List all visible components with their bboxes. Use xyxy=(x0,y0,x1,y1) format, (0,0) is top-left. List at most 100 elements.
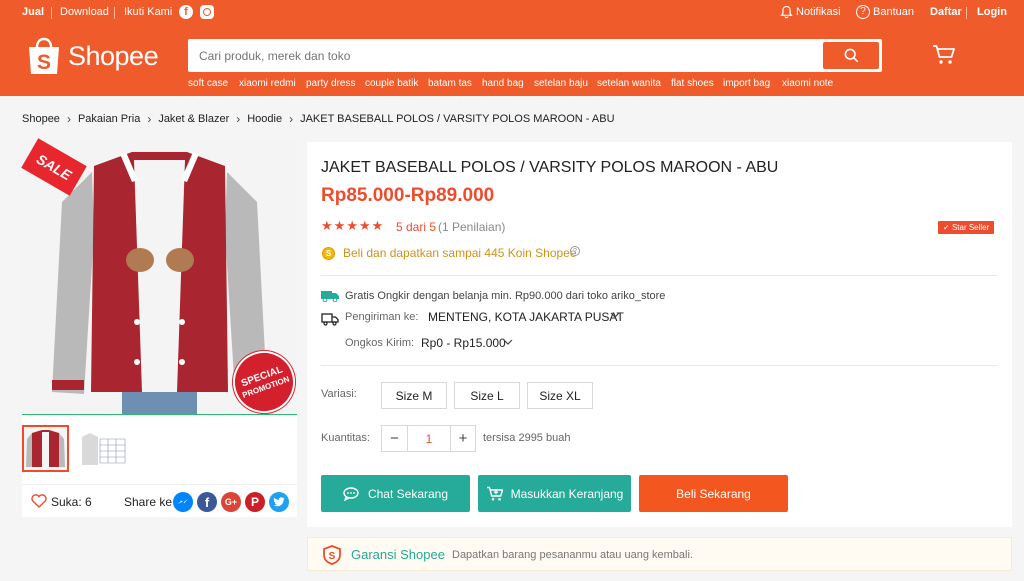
follow-label: Ikuti Kami xyxy=(124,6,173,18)
cart-icon xyxy=(933,45,955,64)
product-gallery: SALE SPECIAL PROMOTION Suka: 6 Share ke … xyxy=(21,138,304,518)
keyword-link[interactable]: party dress xyxy=(306,78,355,89)
shopping-bag-icon: S xyxy=(29,37,59,74)
variation-label: Variasi: xyxy=(321,388,357,400)
breadcrumb: Shopee › Pakaian Pria › Jaket & Blazer ›… xyxy=(22,112,615,126)
star-icon: ★ xyxy=(333,218,346,233)
breadcrumb-item[interactable]: Shopee xyxy=(22,113,60,125)
sell-link[interactable]: Jual xyxy=(22,6,44,18)
star-icon: ★ xyxy=(358,218,371,233)
divider xyxy=(321,275,997,276)
shopee-logo[interactable]: S Shopee xyxy=(26,36,159,76)
keyword-link[interactable]: soft case xyxy=(188,78,228,89)
notifications-link[interactable]: Notifikasi xyxy=(796,6,841,18)
instagram-icon[interactable] xyxy=(200,5,214,19)
breadcrumb-item[interactable]: Jaket & Blazer xyxy=(158,113,229,125)
keyword-link[interactable]: hand bag xyxy=(482,78,524,89)
star-icon: ★ xyxy=(371,218,384,233)
variation-size-m[interactable]: Size M xyxy=(381,382,447,409)
add-cart-icon xyxy=(486,486,503,501)
divider xyxy=(321,365,997,366)
likes-count: Suka: 6 xyxy=(51,495,92,509)
download-link[interactable]: Download xyxy=(60,6,109,18)
guarantee-title[interactable]: Garansi Shopee xyxy=(351,547,445,562)
bell-icon[interactable] xyxy=(780,5,793,22)
messenger-icon[interactable] xyxy=(173,492,193,512)
buy-now-button[interactable]: Beli Sekarang xyxy=(639,475,788,512)
thumbnail-1[interactable] xyxy=(22,425,69,472)
pinterest-icon[interactable]: P xyxy=(245,492,265,512)
chevron-right-icon: › xyxy=(236,112,241,126)
breadcrumb-item[interactable]: Pakaian Pria xyxy=(78,113,140,125)
heart-icon[interactable] xyxy=(31,494,47,511)
search-input[interactable] xyxy=(191,42,811,69)
share-label: Share ke xyxy=(124,495,173,509)
chevron-right-icon: › xyxy=(147,112,152,126)
rating-count[interactable]: (1 Penilaian) xyxy=(438,220,505,234)
quantity-stepper: − 1 + xyxy=(381,425,476,452)
top-bar: Jual Download Ikuti Kami f Notifikasi ? … xyxy=(0,0,1024,26)
google-plus-icon[interactable]: G+ xyxy=(221,492,241,512)
truck-icon xyxy=(321,312,339,329)
free-shipping-icon xyxy=(321,290,339,305)
keyword-link[interactable]: import bag xyxy=(723,78,770,89)
chevron-down-icon[interactable] xyxy=(503,335,513,349)
keyword-link[interactable]: xiaomi note xyxy=(782,78,833,89)
cart-button[interactable] xyxy=(932,44,956,69)
rating-text: 5 dari 5 xyxy=(396,220,437,234)
chevron-right-icon: › xyxy=(66,112,71,126)
svg-text:S: S xyxy=(329,551,336,562)
rating-stars: ★ ★ ★ ★ ★ xyxy=(321,219,383,232)
thumbnail-2[interactable] xyxy=(78,425,127,472)
keyword-link[interactable]: flat shoes xyxy=(671,78,714,89)
help-link[interactable]: Bantuan xyxy=(873,6,914,18)
shipping-destination[interactable]: MENTENG, KOTA JAKARTA PUSAT xyxy=(428,310,624,324)
like-share-row: Suka: 6 Share ke f G+ P xyxy=(22,484,297,518)
free-shipping-text: Gratis Ongkir dengan belanja min. Rp90.0… xyxy=(345,290,666,302)
shopee-guarantee: S Garansi Shopee Dapatkan barang pesanan… xyxy=(307,537,1012,571)
variation-size-l[interactable]: Size L xyxy=(454,382,520,409)
divider xyxy=(966,7,967,19)
chat-button[interactable]: Chat Sekarang xyxy=(321,475,470,512)
chevron-down-icon[interactable] xyxy=(610,308,620,322)
keyword-link[interactable]: xiaomi redmi xyxy=(239,78,296,89)
product-title: JAKET BASEBALL POLOS / VARSITY POLOS MAR… xyxy=(321,159,779,176)
shipping-label: Pengiriman ke: xyxy=(345,311,419,323)
info-icon[interactable]: ? xyxy=(570,246,580,256)
chat-icon xyxy=(343,486,359,501)
search-button[interactable] xyxy=(823,42,879,69)
keyword-link[interactable]: setelan wanita xyxy=(597,78,661,89)
shipping-cost-value[interactable]: Rp0 - Rp15.000 xyxy=(421,336,506,350)
star-seller-label: Star Seller xyxy=(951,223,990,232)
coin-icon: S xyxy=(322,247,335,260)
product-info: JAKET BASEBALL POLOS / VARSITY POLOS MAR… xyxy=(307,142,1012,527)
twitter-icon[interactable] xyxy=(269,492,289,512)
quantity-input[interactable]: 1 xyxy=(408,426,450,451)
shield-icon: S xyxy=(322,545,342,568)
facebook-icon[interactable]: f xyxy=(179,5,193,19)
quantity-label: Kuantitas: xyxy=(321,432,370,444)
variation-size-xl[interactable]: Size XL xyxy=(527,382,593,409)
add-to-cart-button[interactable]: Masukkan Keranjang xyxy=(478,475,631,512)
facebook-share-icon[interactable]: f xyxy=(197,492,217,512)
breadcrumb-item[interactable]: Hoodie xyxy=(247,113,282,125)
guarantee-description: Dapatkan barang pesananmu atau uang kemb… xyxy=(452,549,693,561)
decrement-button[interactable]: − xyxy=(382,426,408,451)
login-link[interactable]: Login xyxy=(977,6,1007,18)
register-link[interactable]: Daftar xyxy=(930,6,962,18)
help-icon[interactable]: ? xyxy=(856,5,870,19)
keyword-link[interactable]: setelan baju xyxy=(534,78,588,89)
star-icon: ★ xyxy=(346,218,358,233)
increment-button[interactable]: + xyxy=(450,426,475,451)
star-icon: ★ xyxy=(321,218,333,233)
breadcrumb-current: JAKET BASEBALL POLOS / VARSITY POLOS MAR… xyxy=(300,113,615,125)
stock-text: tersisa 2995 buah xyxy=(483,432,571,444)
search-icon xyxy=(844,48,858,63)
star-seller-badge: ✓ Star Seller xyxy=(938,221,995,234)
search-bar xyxy=(188,39,882,72)
chat-button-label: Chat Sekarang xyxy=(367,486,449,501)
divider xyxy=(114,7,115,19)
keyword-link[interactable]: couple batik xyxy=(365,78,418,89)
image-progress xyxy=(22,414,297,415)
keyword-link[interactable]: batam tas xyxy=(428,78,472,89)
